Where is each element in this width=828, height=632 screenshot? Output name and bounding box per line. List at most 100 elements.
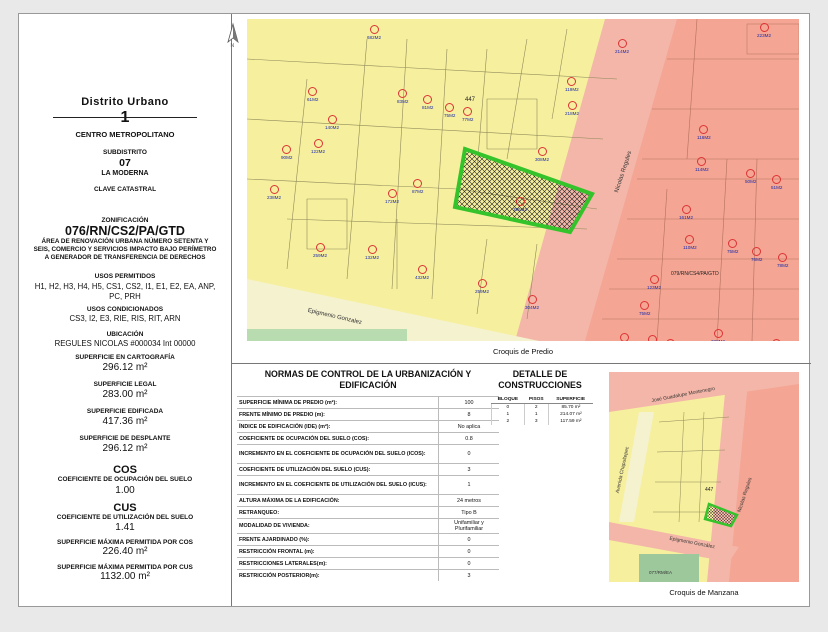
construction-row: 0 2 85.70 m² <box>491 403 593 411</box>
lot-area-label: 51M2 <box>771 175 783 190</box>
construction-cell: 0 <box>491 403 525 411</box>
lot-area-label: 77M2 <box>462 107 474 122</box>
lot-area-label: 338M2 <box>711 329 725 341</box>
lot-marker-icon <box>315 243 325 252</box>
norms-row: RESTRICCIÓN FRONTAL (m): 0 <box>237 545 499 558</box>
lot-marker-icon <box>746 169 756 178</box>
norm-value: 3 <box>438 463 499 476</box>
lot-marker-icon <box>778 253 788 262</box>
lot-area-label: 259M2 <box>475 279 489 294</box>
lot-area-label: 140M2 <box>325 115 339 130</box>
lot-area-label: 132M2 <box>365 245 379 260</box>
lot-area-label: 119M2 <box>565 77 579 92</box>
construction-header: PISOS <box>524 396 549 404</box>
norm-label: FRENTE MÍNIMO DE PREDIO (m): <box>237 408 439 421</box>
norms-row: INCREMENTO EN EL COEFICIENTE DE UTILIZAC… <box>237 475 499 495</box>
surface-legal-label: SUPERFICIE LEGAL <box>93 381 157 388</box>
lot-area-label: 87M2 <box>412 179 424 194</box>
surface-desplante-value: 296.12 m² <box>102 443 148 454</box>
norms-title: NORMAS DE CONTROL DE LA URBANIZACIÓN Y E… <box>264 369 472 390</box>
norm-label: RESTRICCIÓN POSTERIOR(m): <box>237 569 439 581</box>
surface-built-label: SUPERFICIE EDIFICADA <box>86 408 164 415</box>
surface-desplante-label: SUPERFICIE DE DESPLANTE <box>79 435 171 442</box>
norm-value: 100 <box>438 396 499 409</box>
max-surface-cus-label: SUPERFICIE MÁXIMA PERMITIDA POR CUS <box>57 564 193 571</box>
lot-marker-icon <box>477 279 487 288</box>
divider <box>53 117 197 118</box>
construction-cell: 214.07 m² <box>547 411 593 418</box>
lot-marker-icon <box>269 185 279 194</box>
zone-label: 077/RM/EA <box>649 570 673 575</box>
lot-area-label: 296M2 <box>513 197 527 212</box>
construction-cell: 85.70 m² <box>547 403 593 411</box>
lot-marker-icon <box>759 23 769 32</box>
lot-marker-icon <box>617 39 627 48</box>
lot-marker-icon <box>713 329 723 338</box>
construction-row: 2 3 117.59 m² <box>491 418 593 425</box>
section-divider <box>231 363 811 364</box>
lot-number: 447 <box>465 97 476 103</box>
lot-marker-icon <box>567 77 577 86</box>
max-surface-cos-label: SUPERFICIE MÁXIMA PERMITIDA POR COS <box>56 539 194 546</box>
norm-label: INCREMENTO EN EL COEFICIENTE DE UTILIZAC… <box>237 475 439 495</box>
block-sketch-caption: Croquis de Manzana <box>669 588 739 597</box>
max-surface-cos-value: 226.40 m² <box>102 546 148 557</box>
norm-label: ALTURA MÁXIMA DE LA EDIFICACIÓN: <box>237 494 439 507</box>
norm-label: RESTRICCIONES LATERALES(m): <box>237 557 439 570</box>
park-area <box>639 554 699 582</box>
lot-marker-icon <box>620 333 630 341</box>
construction-header: BLOQUE <box>491 396 525 404</box>
lot-area-label: 259M2 <box>313 243 327 258</box>
zoning-summary-panel: Distrito Urbano 1 CENTRO METROPOLITANO S… <box>19 14 231 606</box>
lot-area-label: 172M2 <box>385 189 399 204</box>
lot-marker-icon <box>697 157 707 166</box>
district-title: Distrito Urbano <box>81 96 169 108</box>
lot-area-label: 253M2 <box>769 339 783 341</box>
cus-label: COEFICIENTE DE UTILIZACIÓN DEL SUELO <box>56 514 194 521</box>
svg-text:N: N <box>231 43 235 48</box>
subdistrict-label: SUBDISTRITO <box>103 149 147 156</box>
lot-marker-icon <box>367 245 377 254</box>
norm-value: 0 <box>438 444 499 464</box>
lot-area-label: 122M2 <box>311 139 325 154</box>
cus-title: CUS <box>113 502 137 514</box>
cadastral-key-label: CLAVE CATASTRAL <box>93 186 157 193</box>
construction-title: DETALLE DE CONSTRUCCIONES <box>498 369 582 390</box>
norm-value: 3 <box>438 569 499 581</box>
surface-cartography-value: 296.12 m² <box>102 362 148 373</box>
location-label: UBICACIÓN <box>106 331 144 338</box>
lot-marker-icon <box>515 197 525 206</box>
norms-row: RETRANQUEO: Tipo B <box>237 506 499 519</box>
lot-marker-icon <box>282 145 292 154</box>
lot-area-label: 308M2 <box>535 147 549 162</box>
permitted-uses-values: H1, H2, H3, H4, H5, CS1, CS2, I1, E1, E2… <box>34 282 216 301</box>
lot-marker-icon <box>649 275 659 284</box>
norms-row: ÍNDICE DE EDIFICACIÓN (IDE) (m²): No apli… <box>237 420 499 433</box>
lot-area-label: 50M2 <box>647 335 659 341</box>
lot-area-label: 76M2 <box>751 247 763 262</box>
construction-cell: 1 <box>491 411 525 418</box>
lot-area-label: 214M2 <box>615 39 629 54</box>
lot-marker-icon <box>369 25 379 34</box>
lot-marker-icon <box>772 175 782 184</box>
lot-marker-icon <box>666 339 676 341</box>
norm-label: SUPERFICIE MÍNIMA DE PREDIO (m²): <box>237 396 439 409</box>
location-value: REGULES NICOLAS #000034 Int 00000 <box>54 339 196 348</box>
norms-table: SUPERFICIE MÍNIMA DE PREDIO (m²): 100 FREN… <box>237 396 499 581</box>
north-arrow-icon: N <box>227 22 239 48</box>
lot-marker-icon <box>387 189 397 198</box>
max-surface-cus-value: 1132.00 m² <box>100 571 150 582</box>
subdistrict-name: LA MODERNA <box>101 170 149 177</box>
norms-row: INCREMENTO EN EL COEFICIENTE DE OCUPACIÓ… <box>237 444 499 464</box>
lot-area-label: 432M2 <box>415 265 429 280</box>
cos-title: COS <box>113 464 137 476</box>
norm-label: RETRANQUEO: <box>237 506 439 519</box>
lot-area-label: 75M2 <box>727 239 739 254</box>
lot-area-label: 50M2 <box>745 169 757 184</box>
lot-marker-icon <box>699 125 709 134</box>
lot-marker-icon <box>527 295 537 304</box>
construction-header: SUPERFICIE <box>548 396 593 404</box>
norm-value: Tipo B <box>438 506 499 519</box>
norm-value: No aplica <box>438 420 499 433</box>
lot-area-label: 223M2 <box>757 23 771 38</box>
